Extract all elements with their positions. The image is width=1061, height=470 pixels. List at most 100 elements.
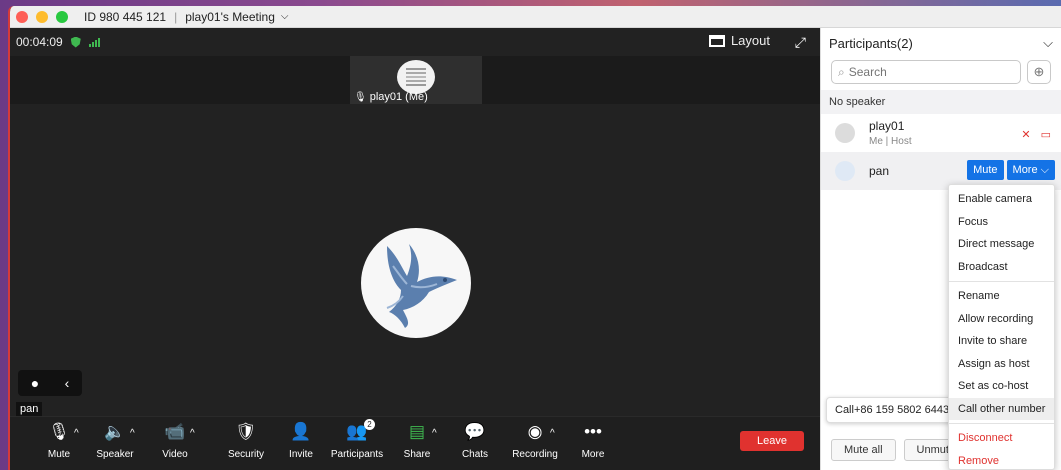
microphone-icon: 🎙 (48, 422, 70, 441)
video-top-bar: 00:04:09 Layout ⤢ (10, 28, 820, 56)
participants-title: Participants(2) (829, 35, 913, 51)
speaker-button[interactable]: 🔈 ^ Speaker (86, 421, 144, 467)
self-video-thumbnail[interactable]: 🎙 play01 (Me) (350, 56, 482, 104)
layout-label: Layout (730, 33, 770, 48)
meeting-timer: 00:04:09 (16, 35, 63, 49)
menu-divider (949, 423, 1054, 424)
menu-item-invite-to-share[interactable]: Invite to share (949, 330, 1054, 353)
video-label: Video (162, 449, 188, 460)
zoom-window-button[interactable] (56, 10, 68, 23)
participant-row[interactable]: play01 Me | Host ✕ ▭ (821, 114, 1061, 152)
menu-item-disconnect[interactable]: Disconnect (949, 427, 1054, 450)
recording-button[interactable]: ◉ ^ Recording (506, 421, 564, 467)
encryption-shield-icon[interactable] (70, 36, 81, 48)
video-button[interactable]: 📹 ^ Video (146, 421, 204, 467)
more-options-button[interactable]: More ⌵ (1006, 160, 1055, 180)
caret-up-icon[interactable]: ^ (74, 423, 79, 445)
more-label: More (581, 449, 605, 460)
participants-label: Participants (330, 449, 384, 460)
mute-all-button[interactable]: Mute all (831, 439, 896, 461)
meeting-title[interactable]: play01's Meeting (185, 10, 275, 24)
traffic-lights (16, 10, 68, 23)
menu-item-direct-message[interactable]: Direct message (949, 233, 1054, 256)
menu-item-set-co-host[interactable]: Set as co-host (949, 375, 1054, 398)
signal-strength-icon[interactable] (88, 37, 100, 47)
menu-item-focus[interactable]: Focus (949, 211, 1054, 234)
dove-avatar-image (386, 244, 457, 328)
close-window-button[interactable] (16, 10, 28, 23)
microphone-muted-icon: ✕ (1021, 129, 1031, 141)
thumbnail-name: play01 (Me) (369, 91, 428, 103)
record-icon: ◉ (527, 422, 543, 441)
participants-panel-header: Participants(2) ⌵ (821, 28, 1061, 58)
caret-up-icon[interactable]: ^ (130, 423, 135, 445)
layout-icon (708, 34, 725, 47)
chat-icon: 💬 (464, 422, 486, 441)
security-button[interactable]: 🛡 Security (217, 421, 275, 467)
search-row: ⌕ ⊕ (821, 60, 1061, 84)
chats-button[interactable]: 💬 Chats (446, 421, 504, 467)
menu-item-assign-host[interactable]: Assign as host (949, 353, 1054, 376)
chat-overlay-toggle[interactable]: ● ‹ (18, 370, 82, 396)
invite-button[interactable]: 👤 Invite (272, 421, 330, 467)
participant-more-menu: Enable camera Focus Direct message Broad… (948, 184, 1055, 470)
search-box[interactable]: ⌕ (831, 60, 1021, 84)
chat-bubble-icon: ● (30, 375, 40, 391)
menu-item-enable-camera[interactable]: Enable camera (949, 188, 1054, 211)
minimize-window-button[interactable] (36, 10, 48, 23)
active-speaker-avatar (361, 228, 471, 338)
recording-label: Recording (512, 449, 558, 460)
microphone-muted-icon: 🎙 (354, 91, 367, 103)
meeting-id: ID 980 445 121 (84, 9, 167, 24)
chevron-down-icon[interactable]: ⌵ (281, 11, 289, 22)
chevron-down-icon[interactable]: ⌵ (1043, 35, 1053, 51)
video-area: 00:04:09 Layout ⤢ 🎙 play01 (Me) ● ‹ pan (10, 28, 820, 416)
participant-name: play01 (869, 119, 905, 133)
menu-divider (949, 281, 1054, 282)
thumbnail-name-label: 🎙 play01 (Me) (354, 91, 428, 103)
mute-label: Mute (47, 449, 71, 460)
mute-button[interactable]: 🎙 ^ Mute (30, 421, 88, 467)
leave-button[interactable]: Leave (740, 431, 804, 451)
menu-item-rename[interactable]: Rename (949, 285, 1054, 308)
menu-item-broadcast[interactable]: Broadcast (949, 256, 1054, 279)
title-bar: ID 980 445 121 | play01's Meeting ⌵ (10, 6, 1061, 28)
caret-up-icon[interactable]: ^ (432, 423, 437, 445)
speaker-icon: 🔈 (104, 422, 126, 441)
participant-role: Me | Host (869, 136, 912, 147)
share-button[interactable]: ▤ ^ Share (388, 421, 446, 467)
speaker-status: No speaker (821, 90, 1061, 114)
add-user-icon: ⊕ (1033, 64, 1045, 79)
caret-up-icon[interactable]: ^ (190, 423, 195, 445)
participant-count-badge: 2 (364, 419, 375, 430)
search-icon: ⌕ (838, 64, 845, 79)
speaker-name-tag: pan (16, 402, 43, 416)
avatar (835, 161, 855, 181)
more-button[interactable]: ••• More (564, 421, 622, 467)
participant-name: pan (869, 164, 890, 178)
invite-participant-button[interactable]: ⊕ (1027, 60, 1051, 84)
search-input[interactable] (848, 65, 999, 79)
shield-icon: 🛡 (235, 422, 257, 441)
chats-label: Chats (461, 449, 489, 460)
participants-button[interactable]: 👥 2 Participants (328, 419, 386, 467)
menu-item-remove[interactable]: Remove (949, 450, 1054, 470)
title-separator: | (174, 9, 178, 24)
caret-up-icon[interactable]: ^ (550, 423, 555, 445)
chevron-left-icon: ‹ (64, 375, 70, 391)
avatar (835, 123, 855, 143)
camera-off-icon: 📹 (164, 422, 186, 441)
share-screen-icon: ▤ (408, 422, 426, 441)
camera-off-icon: ▭ (1040, 129, 1051, 141)
meeting-toolbar: 🎙 ^ Mute 🔈 ^ Speaker 📹 ^ Video 🛡 Security 👤… (10, 416, 820, 470)
menu-item-call-other-number[interactable]: Call other number (949, 397, 1054, 420)
fullscreen-icon[interactable]: ⤢ (795, 34, 806, 51)
mute-participant-button[interactable]: Mute (967, 160, 1004, 180)
add-user-icon: 👤 (290, 422, 312, 441)
security-label: Security (227, 449, 265, 460)
layout-button[interactable]: Layout (708, 33, 770, 48)
menu-item-allow-recording[interactable]: Allow recording (949, 308, 1054, 331)
more-icon: ••• (584, 422, 602, 441)
call-number-tooltip: Call+86 159 5802 6443 (826, 397, 959, 423)
self-avatar (397, 60, 435, 94)
